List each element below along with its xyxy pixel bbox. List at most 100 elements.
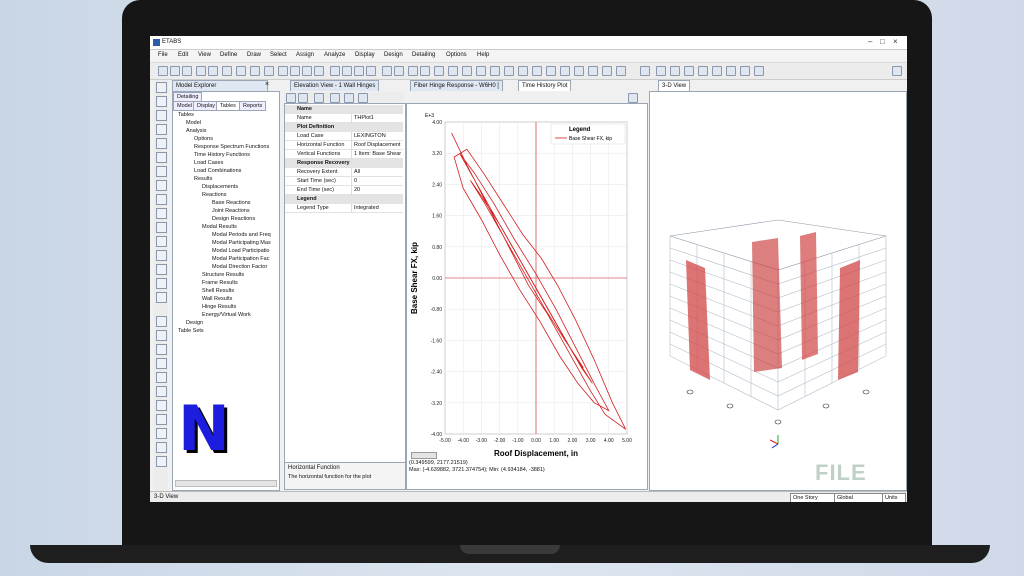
select-all-icon[interactable] (382, 66, 392, 76)
zoom-out-icon[interactable] (290, 66, 300, 76)
prop-value[interactable]: LEXINGTON (351, 132, 386, 140)
tree-item[interactable]: Modal Participating Mas (212, 240, 271, 246)
tree-item[interactable]: Modal Results (202, 224, 237, 230)
extrude-icon[interactable] (518, 66, 528, 76)
tree-item[interactable]: Results (194, 176, 212, 182)
explorer-hscrollbar[interactable] (175, 480, 277, 487)
section-cut-icon[interactable] (574, 66, 584, 76)
snap-extension-icon[interactable] (156, 386, 167, 397)
print-plot-icon[interactable] (298, 93, 308, 103)
deformed-shape-icon[interactable] (448, 66, 458, 76)
menu-draw[interactable]: Draw (247, 52, 261, 58)
draw-slab-icon[interactable] (156, 292, 167, 303)
view-3d-icon[interactable] (330, 66, 340, 76)
prop-row[interactable]: Horizontal Function Roof Displacement (285, 141, 403, 150)
draw-dimension-icon[interactable] (156, 250, 167, 261)
plot-options-icon[interactable] (344, 93, 354, 103)
table-view-icon[interactable] (314, 93, 324, 103)
snap-grid-icon[interactable] (156, 414, 167, 425)
prop-row[interactable]: Load Case LEXINGTON (285, 132, 403, 141)
save-icon[interactable] (182, 66, 192, 76)
grid-icon[interactable] (532, 66, 542, 76)
tab-3d-view[interactable]: 3-D View (658, 80, 691, 91)
tree-item[interactable]: Modal Participation Fac (212, 256, 269, 262)
undo-icon[interactable] (196, 66, 206, 76)
tree-item[interactable]: Modal Direction Factor (212, 264, 267, 270)
draw-column-icon[interactable] (156, 152, 167, 163)
snap-parallel-icon[interactable] (156, 400, 167, 411)
tree-item[interactable]: Shell Results (202, 288, 234, 294)
prop-row[interactable]: Name THPlot1 (285, 114, 403, 123)
refresh-icon[interactable] (222, 66, 232, 76)
draw-frame-icon[interactable] (156, 124, 167, 135)
brace-icon[interactable] (684, 66, 694, 76)
prop-value[interactable]: Integrated (351, 204, 379, 212)
tree-item[interactable]: Base Reactions (212, 200, 251, 206)
tree-item[interactable]: Tables (178, 112, 194, 118)
plot-pin-icon[interactable] (628, 93, 638, 103)
wall-icon[interactable] (602, 66, 612, 76)
tab-elevation-view[interactable]: Elevation View - 1 Wall Hinges (290, 80, 380, 91)
wireframe-icon[interactable] (504, 66, 514, 76)
link-icon[interactable] (698, 66, 708, 76)
rotate-icon[interactable] (366, 66, 376, 76)
prop-row[interactable]: Vertical Functions1 Item: Base Shear F (285, 150, 403, 166)
tables-icon[interactable] (490, 66, 500, 76)
chart-settings-icon[interactable] (358, 93, 368, 103)
tree-item[interactable]: Modal Periods and Freq (212, 232, 271, 238)
prop-value[interactable]: Roof Displacement (351, 141, 400, 149)
menu-define[interactable]: Define (220, 52, 237, 58)
tab-tables[interactable]: Tables (216, 101, 240, 111)
prop-value[interactable]: All (351, 168, 360, 176)
snap-intersection-icon[interactable] (156, 358, 167, 369)
tree-item[interactable]: Response Spectrum Functions (194, 144, 269, 150)
draw-section-cut-icon[interactable] (156, 278, 167, 289)
tree-item[interactable]: Design (186, 320, 203, 326)
explorer-close-icon[interactable]: × (265, 81, 269, 88)
menu-help[interactable]: Help (477, 52, 489, 58)
move-down-icon[interactable] (420, 66, 430, 76)
tree-item[interactable]: Wall Results (202, 296, 232, 302)
zoom-in-icon[interactable] (278, 66, 288, 76)
plot-scrollbar[interactable] (411, 452, 437, 459)
draw-floor-icon[interactable] (156, 180, 167, 191)
tree-item[interactable]: Model (186, 120, 201, 126)
prop-value[interactable]: 20 (351, 186, 360, 194)
view-plan-icon[interactable] (342, 66, 352, 76)
menu-view[interactable]: View (198, 52, 211, 58)
zoom-window-icon[interactable] (302, 66, 312, 76)
snap-point-icon[interactable] (156, 316, 167, 327)
prop-row[interactable]: Legend Type Integrated (285, 204, 403, 213)
tree-item[interactable]: Design Reactions (212, 216, 255, 222)
measure-icon[interactable] (560, 66, 570, 76)
clear-selection-icon[interactable] (394, 66, 404, 76)
close-icon[interactable]: × (893, 38, 898, 46)
tree-item[interactable]: Time History Functions (194, 152, 250, 158)
text-tool-icon[interactable] (640, 66, 650, 76)
zoom-all-icon[interactable] (314, 66, 324, 76)
snap-line-icon[interactable] (156, 330, 167, 341)
coord-system-dropdown[interactable]: Global (834, 493, 884, 502)
draw-opening-icon[interactable] (156, 208, 167, 219)
tree-item[interactable]: Frame Results (202, 280, 238, 286)
prop-row[interactable]: End Time (sec) 20 (285, 186, 403, 195)
tree-item[interactable]: Energy/Virtual Work (202, 312, 251, 318)
tab-time-history-plot[interactable]: Time History Plot (518, 80, 572, 91)
menu-edit[interactable]: Edit (178, 52, 188, 58)
menu-detailing[interactable]: Detailing (412, 52, 435, 58)
open-icon[interactable] (170, 66, 180, 76)
tee-section-icon[interactable] (656, 66, 666, 76)
spring-icon[interactable] (712, 66, 722, 76)
menu-file[interactable]: File (158, 52, 168, 58)
tree-item[interactable]: Displacements (202, 184, 238, 190)
beam-icon[interactable] (670, 66, 680, 76)
move-up-icon[interactable] (408, 66, 418, 76)
design-icon[interactable] (476, 66, 486, 76)
tree-item[interactable]: Hinge Results (202, 304, 236, 310)
area-icon[interactable] (726, 66, 736, 76)
tree-item[interactable]: Table Sets (178, 328, 204, 334)
snap-perpendicular-icon[interactable] (156, 372, 167, 383)
export-icon[interactable] (330, 93, 340, 103)
frame-icon[interactable] (588, 66, 598, 76)
units-button[interactable]: Units (882, 493, 906, 502)
